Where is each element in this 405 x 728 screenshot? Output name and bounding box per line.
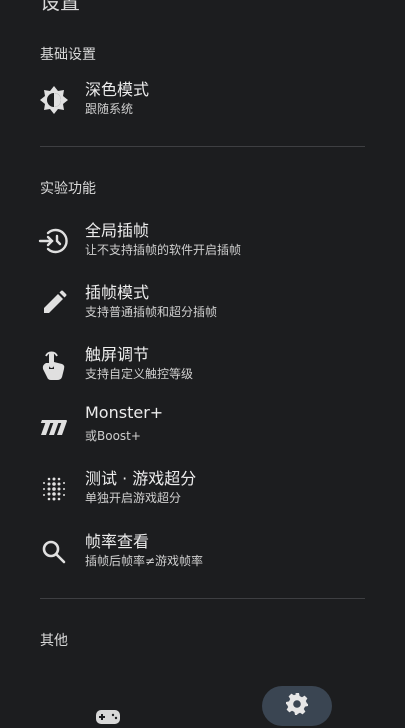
settings-item-test-game-super-resolution[interactable]: 测试 · 游戏超分 单独开启游戏超分: [0, 463, 405, 519]
settings-item-frame-interpolation-mode[interactable]: 插帧模式 支持普通插帧和超分插帧: [0, 277, 405, 333]
gear-icon: [285, 692, 309, 726]
frame-interpolation-icon: [38, 225, 70, 257]
item-title: 全局插帧: [85, 221, 150, 240]
dot-grid-icon: [38, 473, 70, 505]
section-header-experimental: 实验功能: [40, 181, 96, 197]
settings-item-dark-mode[interactable]: 深色模式 跟随系统: [0, 74, 405, 130]
touch-hand-icon: [38, 349, 70, 381]
section-header-other: 其他: [40, 633, 68, 649]
item-subtitle: 支持普通插帧和超分插帧: [85, 305, 218, 319]
settings-item-global-frame-interpolation[interactable]: 全局插帧 让不支持插帧的软件开启插帧: [0, 215, 405, 271]
item-subtitle: 支持自定义触控等级: [85, 367, 194, 381]
nav-settings-tab[interactable]: [262, 686, 332, 726]
bottom-navigation: [0, 672, 405, 726]
divider: [40, 598, 365, 599]
brightness-auto-icon: [38, 84, 70, 116]
item-title: Monster+: [85, 403, 164, 422]
monster-logo-icon: [38, 411, 70, 443]
search-icon: [38, 536, 70, 568]
item-title: 帧率查看: [85, 532, 150, 551]
item-subtitle: 插帧后帧率≠游戏帧率: [85, 554, 204, 568]
item-subtitle: 让不支持插帧的软件开启插帧: [85, 243, 242, 257]
item-title: 测试 · 游戏超分: [85, 469, 197, 488]
item-title: 深色模式: [85, 80, 150, 99]
pencil-icon: [38, 287, 70, 319]
divider: [40, 146, 365, 147]
item-subtitle: 或Boost+: [85, 429, 141, 443]
settings-item-monster-plus[interactable]: Monster+ 或Boost+: [0, 401, 405, 457]
section-header-basic: 基础设置: [40, 47, 96, 63]
item-title: 触屏调节: [85, 345, 150, 364]
settings-item-touch-adjust[interactable]: 触屏调节 支持自定义触控等级: [0, 339, 405, 395]
item-title: 插帧模式: [85, 283, 150, 302]
settings-item-frame-rate-view[interactable]: 帧率查看 插帧后帧率≠游戏帧率: [0, 526, 405, 582]
page-title: 设置: [40, 0, 80, 14]
gamepad-icon[interactable]: [94, 708, 122, 724]
item-subtitle: 单独开启游戏超分: [85, 491, 182, 505]
item-subtitle: 跟随系统: [85, 102, 134, 116]
